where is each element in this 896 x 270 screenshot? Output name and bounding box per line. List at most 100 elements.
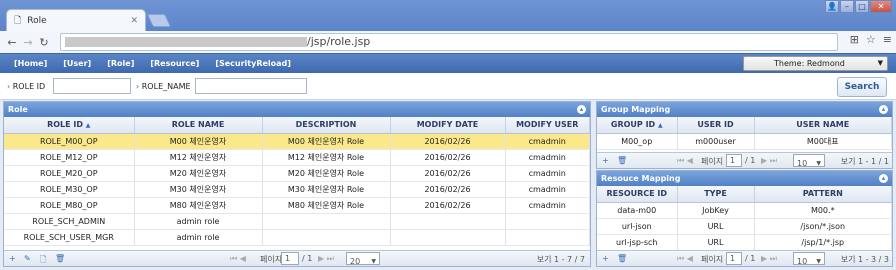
delete-icon[interactable]: 🗑 [617,156,627,165]
col-user-name[interactable]: USER NAME [754,117,892,134]
table-cell: M00대표 [754,133,892,150]
first-page-icon[interactable]: ⏮ ◀ [677,254,693,264]
maximize-icon[interactable]: □ [855,0,869,13]
table-cell: data-m00 [597,202,678,219]
table-cell: ROLE_M00_OP [4,133,135,150]
col-pattern[interactable]: PATTERN [754,186,892,203]
browser-tab[interactable]: 🗋 Role ✕ [6,9,146,31]
page-input[interactable]: 1 [726,252,742,265]
table-row[interactable]: ROLE_SCH_USER_MGR admin role [4,229,590,246]
col-type[interactable]: TYPE [677,186,755,203]
col-modify-user[interactable]: MODIFY USER [505,117,590,134]
page-size-select[interactable]: 20 ▼ [346,252,380,266]
last-page-icon[interactable]: ▶ ⏭ [761,156,777,166]
menu-home[interactable]: [Home] [14,59,47,68]
back-arrow-icon[interactable]: ← [4,36,20,49]
table-cell: admin role [134,229,263,246]
edit-icon[interactable]: ✎ [24,254,31,263]
table-row[interactable]: M00_op m000user M00대표 [597,133,892,150]
menu-user[interactable]: [User] [63,59,91,68]
add-icon[interactable]: + [9,254,16,263]
search-button[interactable]: Search [837,77,887,97]
col-user-id[interactable]: USER ID [677,117,755,134]
page-input[interactable]: 1 [281,252,299,265]
page-total: / 1 [745,254,756,263]
theme-select[interactable]: Theme: Redmond ▼ [743,56,888,71]
role-panel-header: Role ▴ [4,102,590,117]
table-row[interactable]: url-jsp-sch URL/jsp/1/*.jsp [597,234,892,251]
page-size-select[interactable]: 10 ▼ [793,154,825,168]
browser-chrome: 🗋 Role ✕ 👤 – □ ✕ ← → ↻ /jsp/role.jsp ⊞ ☆… [0,0,896,54]
col-modify-date[interactable]: MODIFY DATE [390,117,506,134]
table-cell [390,229,506,246]
table-cell: url-jsp-sch [597,234,678,251]
table-row[interactable]: ROLE_M12_OP M12 체인운영자 M12 체인운영자 Role 2016/0… [4,149,590,166]
new-tab-button[interactable] [146,14,172,27]
table-cell: M20 체인운영자 Role [262,165,391,182]
add-icon[interactable]: + [602,156,609,165]
table-row[interactable]: ROLE_M80_OP M80 체인운영자 M80 체인운영자 Role 2016/0… [4,197,590,214]
menu-security-reload[interactable]: [SecurityReload] [215,59,291,68]
translate-icon[interactable]: ⊞ [850,33,859,46]
page-size-select[interactable]: 10 ▼ [793,252,825,266]
role-panel: Role ▴ ROLE ID ▲ ROLE NAME DESCRIPTION MO… [3,101,591,267]
menu-icon[interactable]: ≡ [883,33,892,46]
table-cell: ROLE_SCH_ADMIN [4,213,135,230]
add-icon[interactable]: + [602,254,609,263]
minimize-icon[interactable]: – [840,0,854,13]
collapse-icon[interactable]: ▴ [577,105,586,114]
table-cell: cmadmin [505,165,590,182]
table-cell [505,229,590,246]
view-icon[interactable]: 🗋 [40,254,46,268]
role-id-input[interactable] [53,78,131,94]
page-input[interactable]: 1 [726,154,742,167]
view-count: 보기 1 - 7 / 7 [536,255,585,264]
table-row[interactable]: ROLE_M30_OP M30 체인운영자 M30 체인운영자 Role 2016/0… [4,181,590,198]
first-page-icon[interactable]: ⏮ ◀ [230,254,246,264]
table-cell: cmadmin [505,181,590,198]
delete-icon[interactable]: 🗑 [617,254,627,263]
table-cell: M20 체인운영자 [134,165,263,182]
first-page-icon[interactable]: ⏮ ◀ [677,156,693,166]
table-cell: M80 체인운영자 [134,197,263,214]
table-cell: /json/*.json [754,218,892,235]
table-cell: ROLE_M20_OP [4,165,135,182]
close-window-icon[interactable]: ✕ [870,0,892,13]
user-icon[interactable]: 👤 [825,0,839,13]
last-page-icon[interactable]: ▶ ⏭ [761,254,777,264]
menu-role[interactable]: [Role] [107,59,134,68]
collapse-icon[interactable]: ▴ [879,105,888,114]
role-name-input[interactable] [195,78,307,94]
redacted-host [65,37,307,47]
delete-icon[interactable]: 🗑 [55,254,65,263]
forward-arrow-icon[interactable]: → [20,36,36,49]
address-bar: ← → ↻ /jsp/role.jsp [0,31,896,53]
sort-asc-icon: ▲ [85,122,91,130]
close-tab-icon[interactable]: ✕ [130,16,138,26]
page-label: 페이지 [701,255,724,264]
last-page-icon[interactable]: ▶ ⏭ [318,254,334,264]
menu-resource[interactable]: [Resource] [150,59,199,68]
table-row[interactable]: ROLE_SCH_ADMIN admin role [4,213,590,230]
search-bar: › ROLE ID › ROLE_NAME Search [0,73,896,100]
col-group-id[interactable]: GROUP ID ▲ [597,117,678,134]
table-cell: URL [677,218,755,235]
reload-icon[interactable]: ↻ [36,36,52,49]
col-role-id[interactable]: ROLE ID ▲ [4,117,135,134]
bookmark-star-icon[interactable]: ☆ [866,33,876,46]
table-cell: JobKey [677,202,755,219]
url-field[interactable]: /jsp/role.jsp [60,33,838,51]
table-row[interactable]: data-m00 JobKey M00.* [597,202,892,219]
resource-table: RESOURCE ID TYPE PATTERN data-m00 JobKey M… [597,186,892,251]
table-row[interactable]: url-json URL/json/*.json [597,218,892,235]
table-cell: cmadmin [505,197,590,214]
table-cell: ROLE_M80_OP [4,197,135,214]
table-row[interactable]: ROLE_M20_OP M20 체인운영자 M20 체인운영자 Role 2016/0… [4,165,590,182]
group-panel-header: Group Mapping ▴ [597,102,892,117]
col-resource-id[interactable]: RESOURCE ID [597,186,678,203]
col-description[interactable]: DESCRIPTION [262,117,391,134]
table-cell: ROLE_SCH_USER_MGR [4,229,135,246]
table-row[interactable]: ROLE_M00_OP M00 체인운영자 M00 체인운영자 Role 2016/0… [4,133,590,150]
col-role-name[interactable]: ROLE NAME [134,117,263,134]
collapse-icon[interactable]: ▴ [879,174,888,183]
